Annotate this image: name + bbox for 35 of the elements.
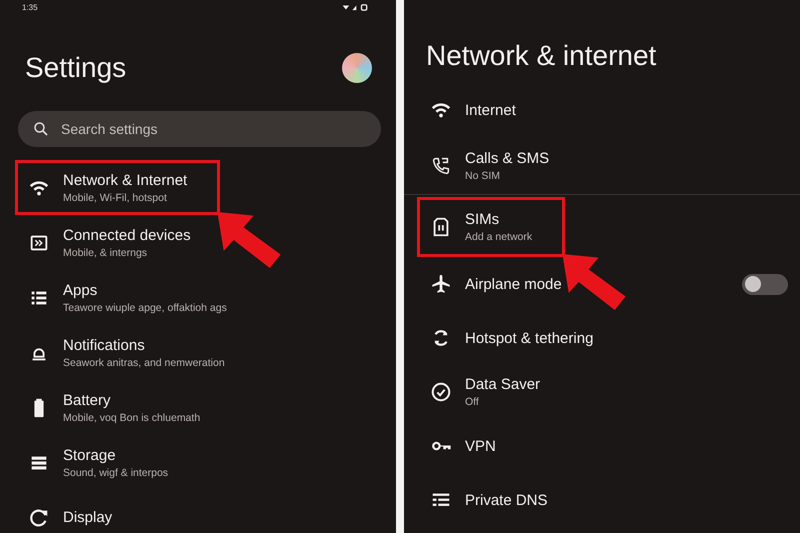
item-subtitle: Teawore wiuple apge, offaktioh ags (63, 302, 227, 314)
item-title[interactable]: Calls & SMS (465, 150, 550, 167)
item-subtitle: No SIM (465, 170, 502, 182)
item-title[interactable]: SIMs (465, 211, 532, 228)
item-title[interactable]: Hotspot & tethering (465, 330, 594, 346)
item-subtitle: Mobile, Wi-Fil, hotspot (63, 192, 168, 204)
item-subtitle: Mobile, & interngs (63, 246, 148, 258)
item-subtitle: Mobile, voq Bon is chluemath (63, 412, 200, 424)
item-subtitle: Sound, wigf & interpos (63, 466, 168, 478)
item-title[interactable]: Internet (465, 102, 516, 118)
check-circle-icon (430, 381, 452, 403)
item-title[interactable]: Network & Internet (63, 172, 188, 188)
status-icons (342, 2, 368, 12)
item-subtitle: Seawork anitras, and nemweration (63, 356, 225, 368)
item-subtitle: Add a network (465, 231, 532, 243)
phone-icon (430, 155, 452, 177)
item-title[interactable]: Display (63, 509, 112, 526)
item-title[interactable]: Notifications (63, 336, 225, 354)
avatar-icon[interactable] (342, 53, 372, 83)
airplane-icon (430, 273, 452, 295)
page-title: Network & internet (425, 39, 658, 73)
search-field[interactable]: Search settings (18, 111, 381, 147)
item-title[interactable]: Private DNS (465, 492, 548, 508)
item-title[interactable]: Storage (63, 446, 168, 464)
item-subtitle: Off (465, 396, 480, 408)
rotate-icon (28, 506, 50, 528)
item-title[interactable]: Connected devices (63, 226, 191, 244)
item-title[interactable]: Battery (63, 392, 200, 408)
item-title[interactable]: Airplane mode (465, 276, 562, 292)
status-time: 1:35 (22, 2, 38, 12)
item-title[interactable]: Data Saver (465, 376, 540, 393)
toggle-switch[interactable] (742, 274, 788, 294)
item-title[interactable]: VPN (465, 438, 496, 454)
item-title[interactable]: Apps (63, 282, 227, 298)
page-title: Settings (25, 51, 126, 85)
